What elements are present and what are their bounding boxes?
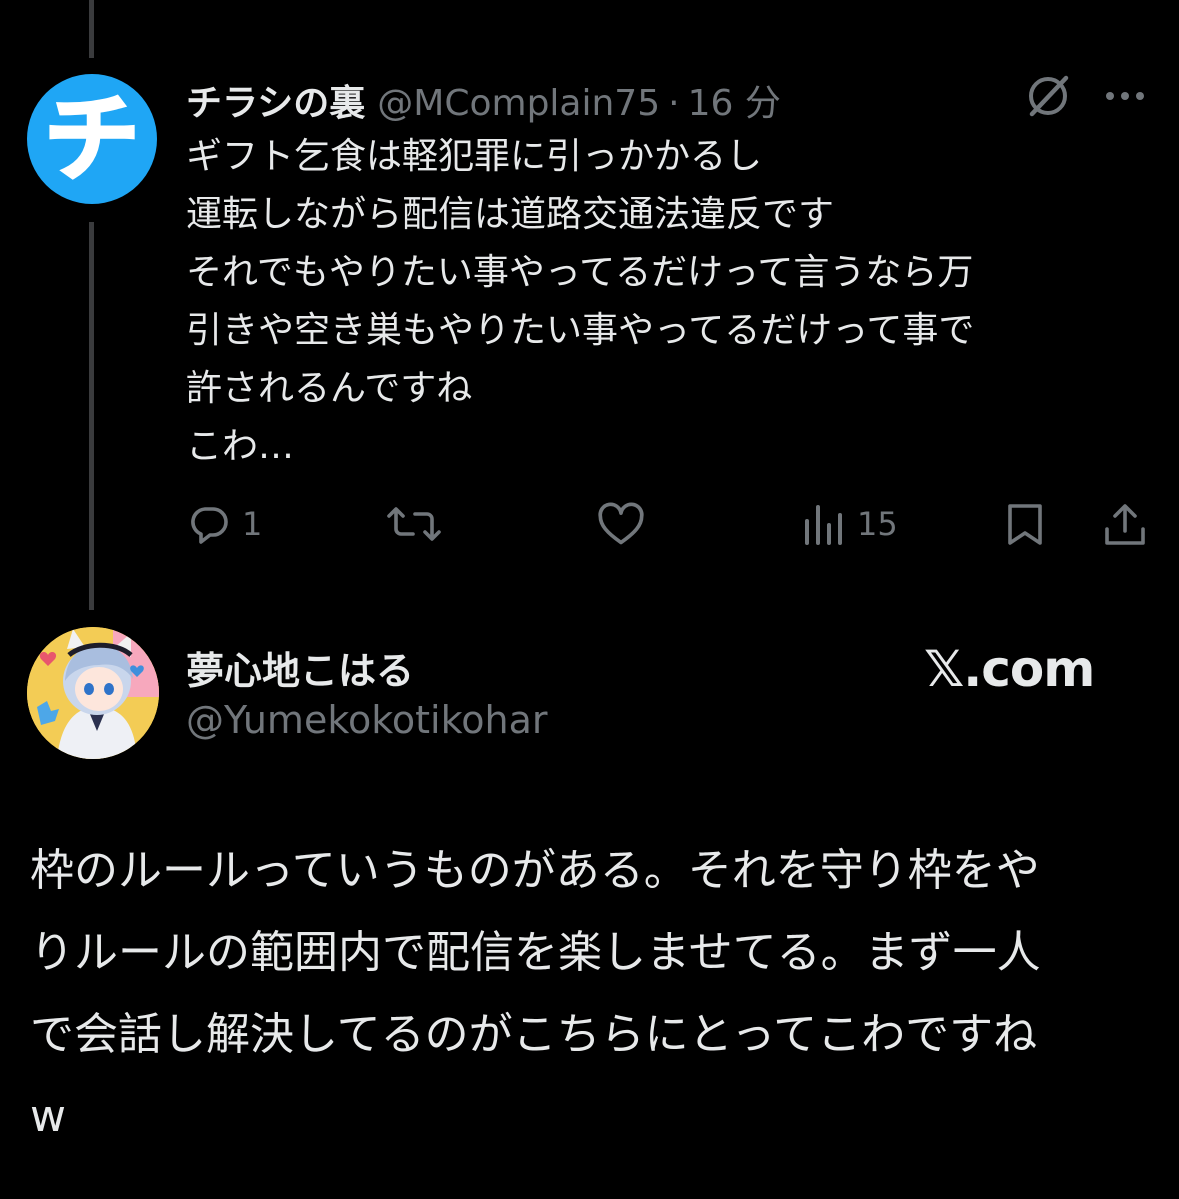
avatar[interactable]: チ: [27, 74, 157, 204]
post-text-line: 引きや空き巣もやりたい事やってるだけって事で: [186, 310, 975, 351]
reply-count: 1: [242, 505, 263, 543]
post-text: 枠のルールっていうものがある。それを守り枠をや りルールの範囲内で配信を楽しませ…: [30, 830, 1160, 1158]
avatar[interactable]: [27, 627, 159, 759]
post-text: ギフト乞食は軽犯罪に引っかかるし 運転しながら配信は道路交通法違反です それでも…: [186, 128, 1146, 476]
views-count: 15: [857, 505, 898, 543]
author-handle[interactable]: @Yumekokotikohar: [186, 698, 547, 742]
bookmark-icon: [1008, 504, 1042, 545]
avatar-illustration: [27, 627, 159, 759]
grok-icon[interactable]: [1022, 70, 1074, 122]
repost-button[interactable]: [386, 496, 442, 552]
action-bar: 1 15: [186, 496, 1151, 552]
reply-button[interactable]: 1: [186, 496, 262, 552]
author-handle[interactable]: @MComplain75: [377, 83, 660, 124]
post-time[interactable]: 16 分: [688, 74, 781, 126]
post-text-line: こわ…: [186, 426, 295, 467]
thread-line: [89, 222, 94, 610]
post-text-line: ギフト乞食は軽犯罪に引っかかるし: [186, 136, 763, 177]
post-text-line: りルールの範囲内で配信を楽しませてる。まず一人: [30, 927, 1041, 978]
post-text-line: で会話し解決してるのがこちらにとってこわですね: [30, 1009, 1038, 1060]
post-header: チラシの裏 @MComplain75 · 16 分: [186, 74, 781, 124]
post-text-line: それでもやりたい事やってるだけって言うなら万: [186, 252, 974, 293]
reply-icon: [191, 507, 228, 544]
post-text-line: 運転しながら配信は道路交通法違反です: [186, 194, 835, 235]
repost-icon: [387, 507, 441, 541]
more-icon[interactable]: [1102, 76, 1148, 116]
bookmark-button[interactable]: [1002, 496, 1048, 552]
author-name[interactable]: 夢心地こはる: [186, 640, 414, 695]
thread-line: [89, 0, 94, 58]
post-text-line: 許されるんですね: [186, 368, 473, 409]
like-icon: [598, 502, 644, 545]
views-icon: [805, 505, 842, 545]
views-button[interactable]: 15: [801, 496, 898, 552]
like-button[interactable]: [596, 496, 646, 552]
share-icon: [1105, 504, 1145, 545]
source-label: 𝕏.com: [924, 640, 1095, 698]
share-button[interactable]: [1102, 496, 1148, 552]
post-text-line: w: [30, 1091, 66, 1142]
avatar-glyph: チ: [43, 83, 142, 195]
author-name[interactable]: チラシの裏: [186, 74, 365, 126]
post-text-line: 枠のルールっていうものがある。それを守り枠をや: [30, 845, 1040, 896]
separator: ·: [668, 83, 680, 124]
